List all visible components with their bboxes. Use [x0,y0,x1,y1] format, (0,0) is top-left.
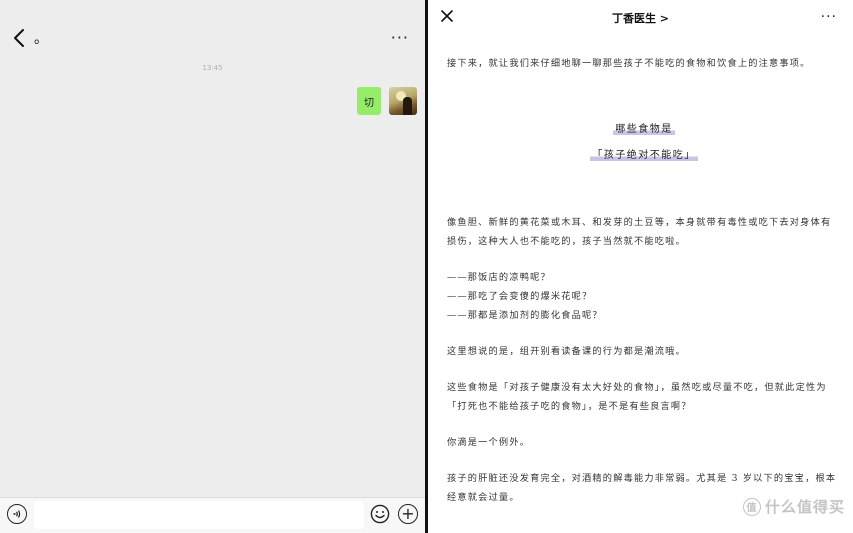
article-intro: 接下来，就让我们来仔细地聊一聊那些孩子不能吃的食物和饮食上的注意事项。 [447,58,811,69]
question-line: ——那都是添加剂的膨化食品呢？ [447,310,603,321]
section-heading-line2: 「孩子绝对不能吃」 [590,150,698,161]
voice-icon[interactable] [7,504,27,524]
more-options-icon[interactable]: ··· [821,9,837,25]
message-bubble[interactable]: 切 [357,87,381,115]
question-line: ——那饭店的凉鸭呢？ [447,272,551,283]
avatar[interactable] [389,87,417,115]
watermark-text: 什么值得买 [764,498,845,516]
article-content: 接下来，就让我们来仔细地聊一聊那些孩子不能吃的食物和饮食上的注意事项。 哪些食物… [447,54,841,507]
watermark-logo-icon: 值 [742,497,761,516]
article-paragraph: 像鱼胆、新鲜的黄花菜或木耳、和发芽的土豆等，本身就带有毒性或吃下去对身体有损伤，… [447,217,832,247]
article-pane: 丁香医生 > ··· 接下来，就让我们来仔细地聊一聊那些孩子不能吃的食物和饮食上… [428,0,853,533]
article-paragraph: 这些食物是「对孩子健康没有太大好处的食物」，虽然吃或尽量不吃，但就此定性为「打死… [447,382,827,412]
chat-title: 。 [34,31,48,47]
article-paragraph: 你滴是一个例外。 [447,437,531,448]
chat-pane: 。 ··· 13:45 切 + [0,0,425,533]
message-timestamp: 13:45 [202,64,223,72]
chat-input-bar: + [0,497,425,533]
more-options-icon[interactable]: ··· [391,28,409,47]
back-arrow-icon[interactable] [10,27,30,49]
avatar-figure [403,97,412,115]
emoji-icon[interactable] [370,504,390,524]
chat-header: 。 ··· [0,0,425,62]
article-paragraph: 这里想说的是，组开别看读备课的行为都是潮流哦。 [447,346,686,357]
article-account-title[interactable]: 丁香医生 > [428,10,853,26]
watermark: 值 什么值得买 [742,496,845,517]
message-row: 切 [357,87,417,115]
article-header: 丁香医生 > ··· [428,0,853,36]
add-icon[interactable]: + [398,504,418,524]
question-line: ——那吃了会变傻的爆米花呢？ [447,291,593,302]
message-input[interactable] [34,501,364,529]
section-heading-line1: 哪些食物是 [613,124,675,135]
